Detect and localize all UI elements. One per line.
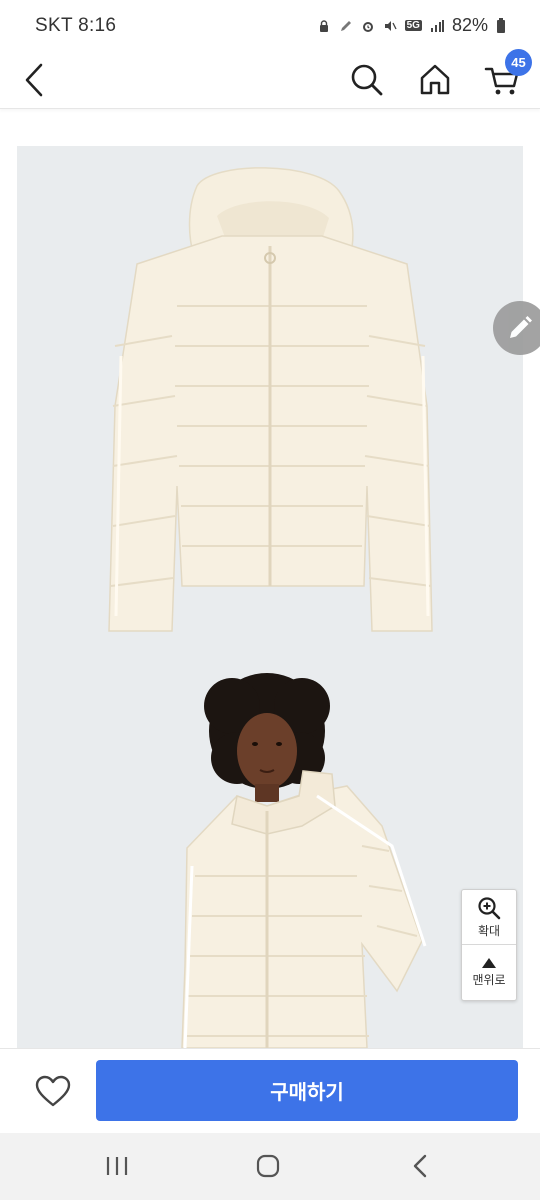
pencil-icon: [510, 316, 532, 338]
status-icons: 5G 82%: [317, 15, 506, 36]
cart-count-badge: 45: [505, 49, 532, 76]
status-bar: SKT 8:16 5G 82%: [0, 0, 540, 52]
scroll-top-button[interactable]: 맨위로: [462, 945, 516, 999]
mute-icon: [384, 20, 397, 31]
system-home-button[interactable]: [238, 1143, 298, 1189]
heart-icon: [35, 1075, 71, 1107]
search-button[interactable]: [345, 58, 389, 102]
home-circle-icon: [256, 1154, 280, 1178]
recent-apps-icon: [106, 1157, 128, 1175]
zoom-in-icon: [478, 896, 501, 919]
jacket-flatlay-image: [108, 167, 433, 632]
system-nav-bar: [0, 1133, 540, 1200]
recent-apps-button[interactable]: [87, 1143, 147, 1189]
scroll-top-label: 맨위로: [472, 972, 506, 987]
home-icon: [420, 64, 450, 95]
product-image-panel[interactable]: [17, 146, 523, 1048]
side-tools: 확대 맨위로: [461, 889, 517, 1001]
system-back-button[interactable]: [390, 1143, 450, 1189]
system-back-icon: [413, 1154, 427, 1178]
network-type: 5G: [404, 20, 422, 31]
purchase-bar: 구매하기: [0, 1048, 540, 1133]
buy-button[interactable]: 구매하기: [96, 1060, 518, 1121]
lock-notification-icon: [319, 19, 328, 32]
battery-icon: [497, 17, 505, 33]
product-image: [108, 167, 433, 1048]
battery-percent: 82%: [451, 15, 488, 35]
triangle-up-icon: [482, 957, 496, 968]
chevron-left-icon: [25, 63, 43, 97]
status-carrier-time: SKT 8:16: [35, 15, 117, 36]
app-header: [0, 52, 540, 109]
zoom-label: 확대: [477, 923, 501, 938]
search-icon: [351, 64, 383, 96]
pen-notification-icon: [340, 20, 351, 31]
back-button[interactable]: [12, 58, 56, 102]
alarm-icon: [362, 21, 373, 32]
signal-icon: [430, 19, 444, 32]
wishlist-button[interactable]: [30, 1071, 76, 1111]
zoom-button[interactable]: 확대: [462, 890, 516, 945]
edit-fab-button[interactable]: [493, 301, 540, 355]
home-button[interactable]: [413, 58, 457, 102]
model-wearing-jacket-image: [181, 673, 427, 1048]
